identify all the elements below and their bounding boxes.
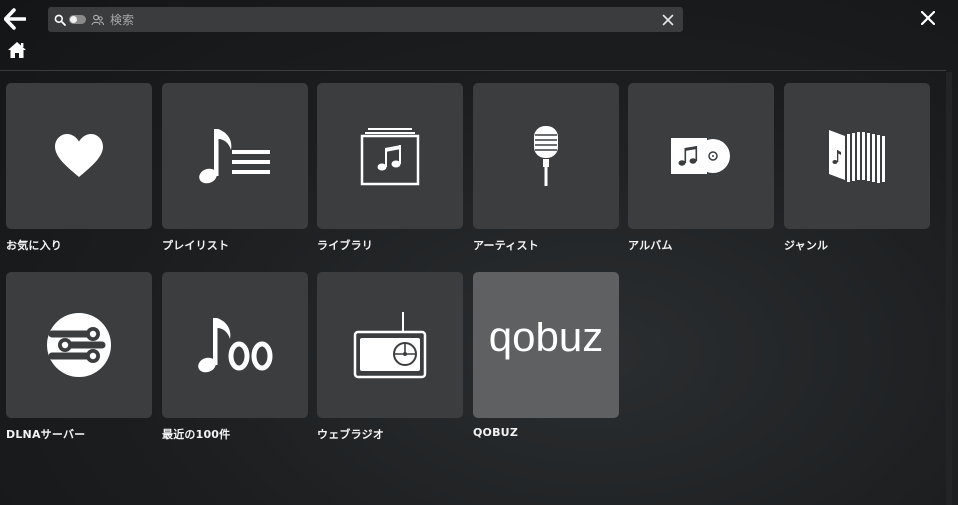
tile-albums[interactable]: アルバム [628, 83, 774, 253]
tile-artists-label: アーティスト [473, 239, 539, 252]
tile-playlists-box[interactable] [162, 83, 308, 229]
svg-text:qobuz: qobuz [489, 322, 603, 360]
tile-dlna-server-box[interactable] [6, 272, 152, 418]
close-icon[interactable] [921, 11, 935, 25]
tile-recent-100-label: 最近の100件 [162, 428, 231, 441]
back-arrow-icon[interactable] [4, 8, 26, 30]
genre-icon [829, 130, 885, 183]
header-divider [0, 70, 946, 71]
tile-playlists-label: プレイリスト [162, 239, 230, 252]
recent-100-icon [198, 318, 273, 373]
search-icon [54, 14, 66, 26]
tile-albums-box[interactable] [628, 83, 774, 229]
tile-favorites-box[interactable] [6, 83, 152, 229]
tile-playlists[interactable]: プレイリスト [162, 83, 308, 253]
tile-library-box[interactable] [317, 83, 463, 229]
library-icon [360, 128, 420, 186]
tile-favorites-label: お気に入り [6, 239, 62, 252]
tile-artists[interactable]: アーティスト [473, 83, 619, 253]
album-icon [671, 138, 730, 174]
tile-qobuz-label: QOBUZ [473, 426, 518, 439]
tile-dlna-server[interactable]: DLNAサーバー [6, 272, 152, 442]
tile-library-label: ライブラリ [317, 239, 373, 252]
tile-web-radio[interactable]: ウェブラジオ [317, 272, 463, 442]
tile-genres[interactable]: ジャンル [784, 83, 930, 253]
qobuz-logo: qobuz [489, 322, 603, 360]
tile-recent-100-box[interactable] [162, 272, 308, 418]
tile-artists-box[interactable] [473, 83, 619, 229]
tile-web-radio-box[interactable] [317, 272, 463, 418]
microphone-icon [534, 126, 558, 186]
search-scope-toggle[interactable] [69, 15, 86, 24]
search-input[interactable] [110, 12, 662, 27]
tile-web-radio-label: ウェブラジオ [317, 428, 384, 441]
playlist-icon [199, 129, 270, 184]
radio-icon [353, 312, 427, 379]
clear-search-icon[interactable] [662, 14, 674, 26]
tile-albums-label: アルバム [628, 239, 673, 252]
tile-qobuz[interactable]: qobuz QOBUZ [473, 272, 619, 439]
heart-icon [55, 134, 103, 177]
home-icon[interactable] [7, 41, 27, 59]
tile-recent-100[interactable]: 最近の100件 [162, 272, 308, 442]
tile-genres-box[interactable] [784, 83, 930, 229]
search-bar [48, 7, 683, 32]
tile-genres-label: ジャンル [784, 239, 829, 252]
tile-library[interactable]: ライブラリ [317, 83, 463, 253]
tile-favorites[interactable]: お気に入り [6, 83, 152, 253]
scrollbar[interactable] [946, 72, 952, 505]
tile-qobuz-box[interactable]: qobuz [473, 272, 619, 418]
dlna-icon [47, 313, 111, 377]
tile-dlna-server-label: DLNAサーバー [6, 428, 86, 441]
people-icon[interactable] [91, 14, 104, 26]
